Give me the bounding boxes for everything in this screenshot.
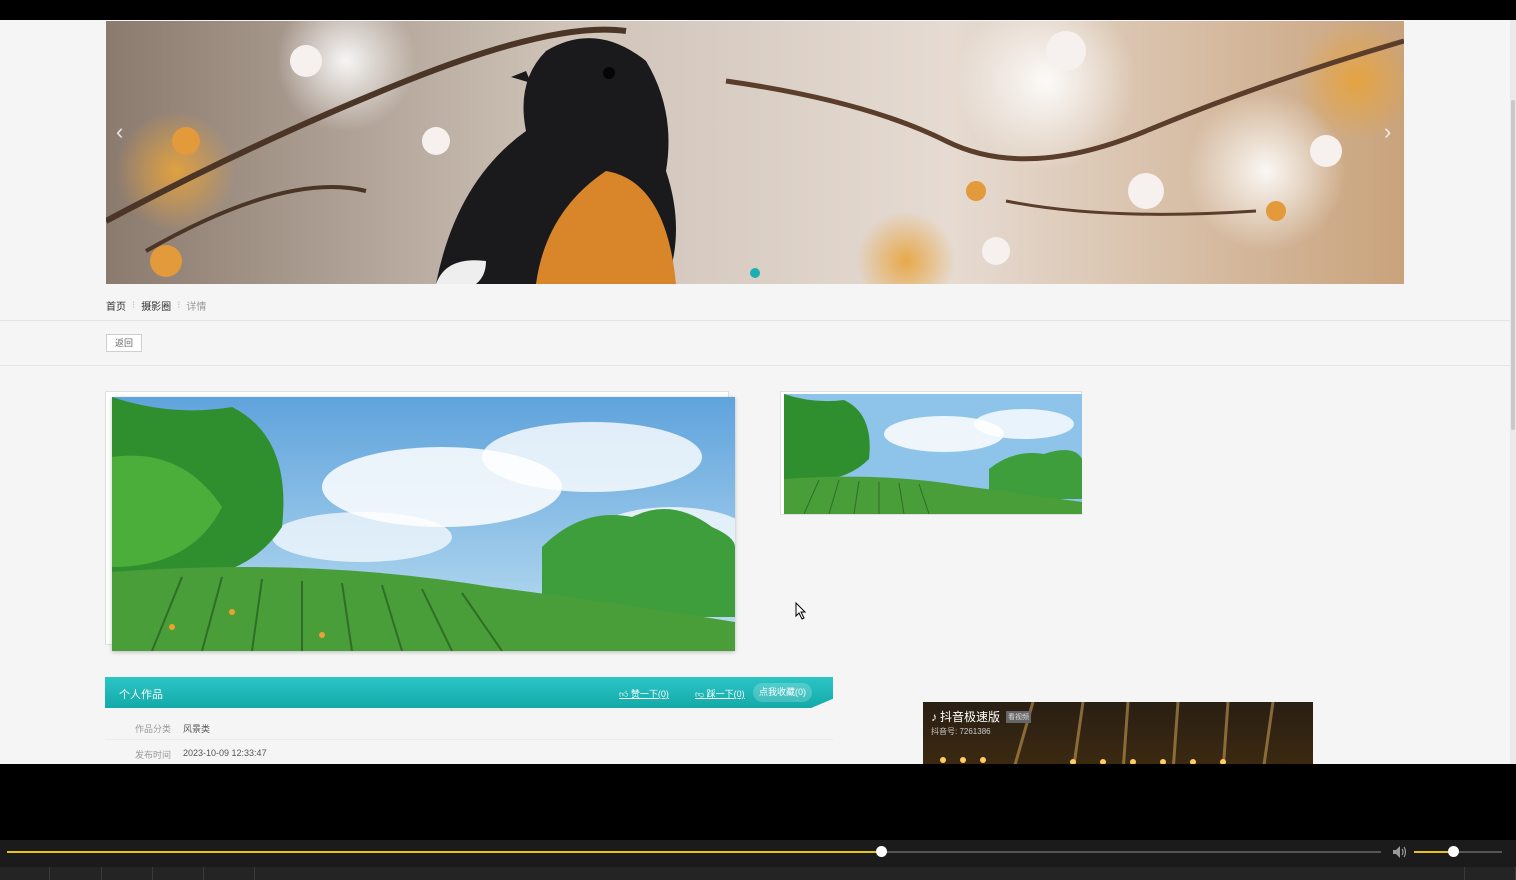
info-row-publish-time: 发布时间 2023-10-09 12:33:47 — [105, 740, 833, 764]
toolbar-cell[interactable] — [0, 867, 50, 880]
landscape-thumbnail — [784, 394, 1082, 514]
main-image[interactable] — [112, 397, 735, 651]
breadcrumb-home[interactable]: 首页 — [106, 298, 126, 313]
volume-handle[interactable] — [1447, 846, 1459, 857]
divider — [0, 320, 1512, 321]
ad-brand: ♪ 抖音极速版 看视频 — [931, 708, 1032, 725]
like-label: 赞一下(0) — [630, 689, 669, 699]
banner-prev-arrow[interactable]: ‹ — [116, 121, 123, 143]
divider — [0, 365, 1512, 366]
info-value: 风景类 — [183, 724, 211, 734]
thumbs-down-icon: 👎︎ — [695, 689, 705, 699]
thumbs-up-icon: 👍︎ — [619, 689, 629, 699]
back-button[interactable]: 返回 — [106, 334, 142, 352]
music-note-icon: ♪ — [931, 709, 937, 724]
like-button[interactable]: 👍︎ 赞一下(0) — [619, 687, 669, 700]
seek-bar[interactable] — [7, 846, 1381, 857]
page-scrollbar[interactable] — [1510, 20, 1516, 764]
seek-bar-progress — [7, 851, 881, 853]
favorite-button[interactable]: 点我收藏(0) — [753, 683, 812, 702]
info-value: 2023-10-09 12:33:47 — [183, 748, 267, 758]
thumbnail-image[interactable] — [784, 394, 1082, 514]
work-info-bar: 个人作品 👍︎ 赞一下(0) 👎︎ 踩一下(0) 点我收藏(0) — [105, 677, 833, 708]
toolbar-cell[interactable] — [1464, 867, 1516, 880]
seek-bar-handle[interactable] — [875, 846, 887, 857]
video-ad[interactable]: ♪ 抖音极速版 看视频 抖音号: 7261386 — [923, 702, 1313, 764]
bottom-toolbar — [0, 867, 1516, 880]
breadcrumb-section[interactable]: 摄影圈 — [141, 298, 171, 313]
mouse-cursor-icon — [795, 602, 807, 620]
info-key: 作品分类 — [135, 724, 172, 734]
ad-subtitle: 抖音号: 7261386 — [931, 727, 991, 736]
banner-indicator-dot[interactable] — [750, 268, 760, 278]
breadcrumb-separator-icon: ⁝ — [177, 300, 181, 311]
work-bar-title: 个人作品 — [119, 689, 163, 701]
dislike-button[interactable]: 👎︎ 踩一下(0) — [695, 687, 745, 700]
banner-slideshow[interactable]: ‹ › — [106, 21, 1404, 284]
breadcrumb-current: 详情 — [186, 302, 207, 313]
ad-badge: 看视频 — [1006, 710, 1032, 723]
ad-brand-label: 抖音极速版 — [940, 710, 1001, 724]
dislike-label: 踩一下(0) — [706, 689, 745, 699]
web-page: ‹ › 首页 ⁝ 摄影圈 ⁝ 详情 返回 个人作品 👍︎ 赞一下(0) 👎︎ 踩… — [0, 20, 1512, 764]
screen: ‹ › 首页 ⁝ 摄影圈 ⁝ 详情 返回 个人作品 👍︎ 赞一下(0) 👎︎ 踩… — [0, 0, 1516, 880]
info-row-category: 作品分类 风景类 — [105, 714, 833, 740]
landscape-image — [112, 397, 735, 651]
toolbar-cell[interactable] — [102, 867, 153, 880]
toolbar-cell[interactable] — [153, 867, 204, 880]
banner-image — [106, 21, 1404, 284]
breadcrumb: 首页 ⁝ 摄影圈 ⁝ 详情 — [106, 298, 206, 313]
volume-icon[interactable] — [1392, 845, 1408, 859]
banner-next-arrow[interactable]: › — [1384, 121, 1391, 143]
volume-level — [1414, 851, 1453, 853]
info-key: 发布时间 — [135, 750, 172, 760]
scrollbar-thumb[interactable] — [1511, 100, 1515, 430]
toolbar-cell[interactable] — [50, 867, 102, 880]
breadcrumb-separator-icon: ⁝ — [132, 300, 136, 311]
volume-slider[interactable] — [1414, 846, 1502, 857]
toolbar-cell[interactable] — [204, 867, 255, 880]
